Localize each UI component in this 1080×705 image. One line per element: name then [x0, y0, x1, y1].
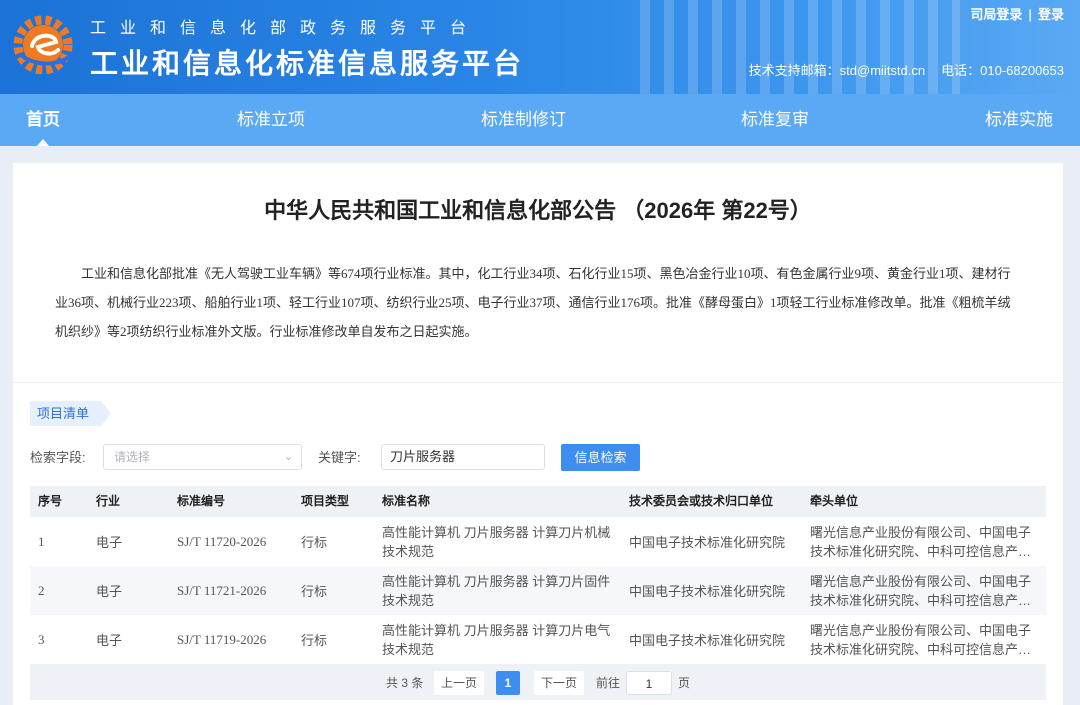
cell-no: 1: [38, 533, 45, 549]
cell-type: 行标: [301, 584, 328, 599]
project-table: 序号 行业 标准编号 项目类型 标准名称 技术委员会或技术归口单位 牵头单位 1…: [30, 486, 1046, 664]
header-decoration: [640, 0, 960, 94]
cell-type: 行标: [301, 633, 328, 648]
chevron-down-icon: ⌄: [283, 451, 293, 463]
cell-code: SJ/T 11719-2026: [177, 631, 267, 647]
page-unit-label: 页: [678, 676, 691, 690]
site-header: 工业和信息化部政务服务平台 工业和信息化标准信息服务平台 司局登录 | 登录 技术支…: [0, 0, 1080, 94]
announcement-card: 中华人民共和国工业和信息化部公告 （2026年 第22号） 工业和信息化部批准《…: [13, 163, 1063, 705]
nav-item-standard-implementation[interactable]: 标准实施: [985, 94, 1053, 146]
cell-name[interactable]: 高性能计算机 刀片服务器 计算刀片机械 技术规范: [382, 517, 622, 566]
search-field-label: 检索字段:: [30, 450, 86, 465]
section-divider: [13, 382, 1063, 383]
cell-code: SJ/T 11720-2026: [177, 533, 267, 549]
main-nav: 首页 标准立项 标准制修订 标准复审 标准实施: [0, 94, 1080, 146]
col-header-name: 标准名称: [382, 494, 431, 508]
prev-page-button[interactable]: 上一页: [434, 671, 484, 695]
nav-item-standard-revision[interactable]: 标准制修订: [481, 94, 566, 146]
cell-committee: 中国电子技术标准化研究院: [629, 535, 786, 550]
cell-no: 2: [38, 582, 45, 598]
platform-subtitle: 工业和信息化部政务服务平台: [90, 20, 481, 37]
current-page-button[interactable]: 1: [496, 671, 520, 695]
nav-item-project-approval[interactable]: 标准立项: [237, 94, 305, 146]
cell-committee: 中国电子技术标准化研究院: [629, 633, 786, 648]
next-page-button[interactable]: 下一页: [534, 671, 584, 695]
col-header-committee: 技术委员会或技术归口单位: [629, 494, 774, 508]
cell-industry: 电子: [96, 535, 123, 550]
cell-name[interactable]: 高性能计算机 刀片服务器 计算刀片电气 技术规范: [382, 615, 622, 664]
goto-page-input[interactable]: 1: [626, 671, 672, 695]
goto-label: 前往: [596, 676, 621, 690]
announcement-title: 中华人民共和国工业和信息化部公告 （2026年 第22号）: [264, 198, 812, 223]
bureau-login-link[interactable]: 司局登录: [970, 7, 1022, 22]
site-logo-icon[interactable]: [12, 14, 78, 74]
table-row[interactable]: 1 电子 SJ/T 11720-2026 行标 高性能计算机 刀片服务器 计算刀…: [30, 517, 1046, 566]
cell-committee: 中国电子技术标准化研究院: [629, 584, 786, 599]
col-header-code: 标准编号: [177, 494, 226, 508]
cell-type: 行标: [301, 535, 328, 550]
nav-item-home[interactable]: 首页: [26, 94, 60, 146]
support-phone: 010-68200653: [980, 63, 1064, 78]
col-header-lead: 牵头单位: [810, 494, 859, 508]
email-label: 技术支持邮箱：: [748, 63, 840, 78]
cell-industry: 电子: [96, 584, 123, 599]
table-header: 序号 行业 标准编号 项目类型 标准名称 技术委员会或技术归口单位 牵头单位: [30, 486, 1046, 517]
cell-name[interactable]: 高性能计算机 刀片服务器 计算刀片固件 技术规范: [382, 566, 622, 615]
table-row[interactable]: 3 电子 SJ/T 11719-2026 行标 高性能计算机 刀片服务器 计算刀…: [30, 615, 1046, 664]
contact-info: 技术支持邮箱：std@miitstd.cn 电话：010-68200653: [749, 60, 1064, 79]
cell-industry: 电子: [96, 633, 123, 648]
col-header-industry: 行业: [96, 494, 121, 508]
announcement-body: 工业和信息化部批准《无人驾驶工业车辆》等674项行业标准。其中，化工行业34项、…: [55, 266, 1011, 339]
top-login-links: 司局登录 | 登录: [970, 4, 1064, 23]
cell-lead: 曙光信息产业股份有限公司、中国电子 技术标准化研究院、中科可控信息产…: [810, 524, 1032, 559]
keyword-label: 关键字:: [318, 450, 361, 465]
col-header-type: 项目类型: [301, 494, 350, 508]
search-field-placeholder: 请选择: [114, 450, 151, 464]
cell-code: SJ/T 11721-2026: [177, 582, 267, 598]
pagination: 共 3 条 上一页 1 下一页 前往 1 页: [30, 664, 1046, 700]
cell-lead: 曙光信息产业股份有限公司、中国电子 技术标准化研究院、中科可控信息产…: [810, 573, 1032, 608]
keyword-input[interactable]: 刀片服务器: [381, 444, 545, 470]
nav-item-standard-review[interactable]: 标准复审: [741, 94, 809, 146]
pagination-total: 共 3 条: [386, 676, 424, 690]
search-field-select[interactable]: 请选择 ⌄: [103, 444, 302, 470]
support-email: std@miitstd.cn: [839, 63, 926, 78]
login-link[interactable]: 登录: [1038, 7, 1064, 22]
search-button[interactable]: 信息检索: [561, 444, 640, 471]
platform-title: 工业和信息化标准信息服务平台: [90, 48, 525, 79]
cell-no: 3: [38, 631, 45, 647]
col-header-no: 序号: [38, 494, 63, 508]
table-row[interactable]: 2 电子 SJ/T 11721-2026 行标 高性能计算机 刀片服务器 计算刀…: [30, 566, 1046, 615]
link-separator: |: [1028, 7, 1032, 22]
project-list-tag: 项目清单: [30, 401, 111, 426]
cell-lead: 曙光信息产业股份有限公司、中国电子 技术标准化研究院、中科可控信息产…: [810, 622, 1032, 657]
phone-label: 电话：: [941, 63, 981, 78]
